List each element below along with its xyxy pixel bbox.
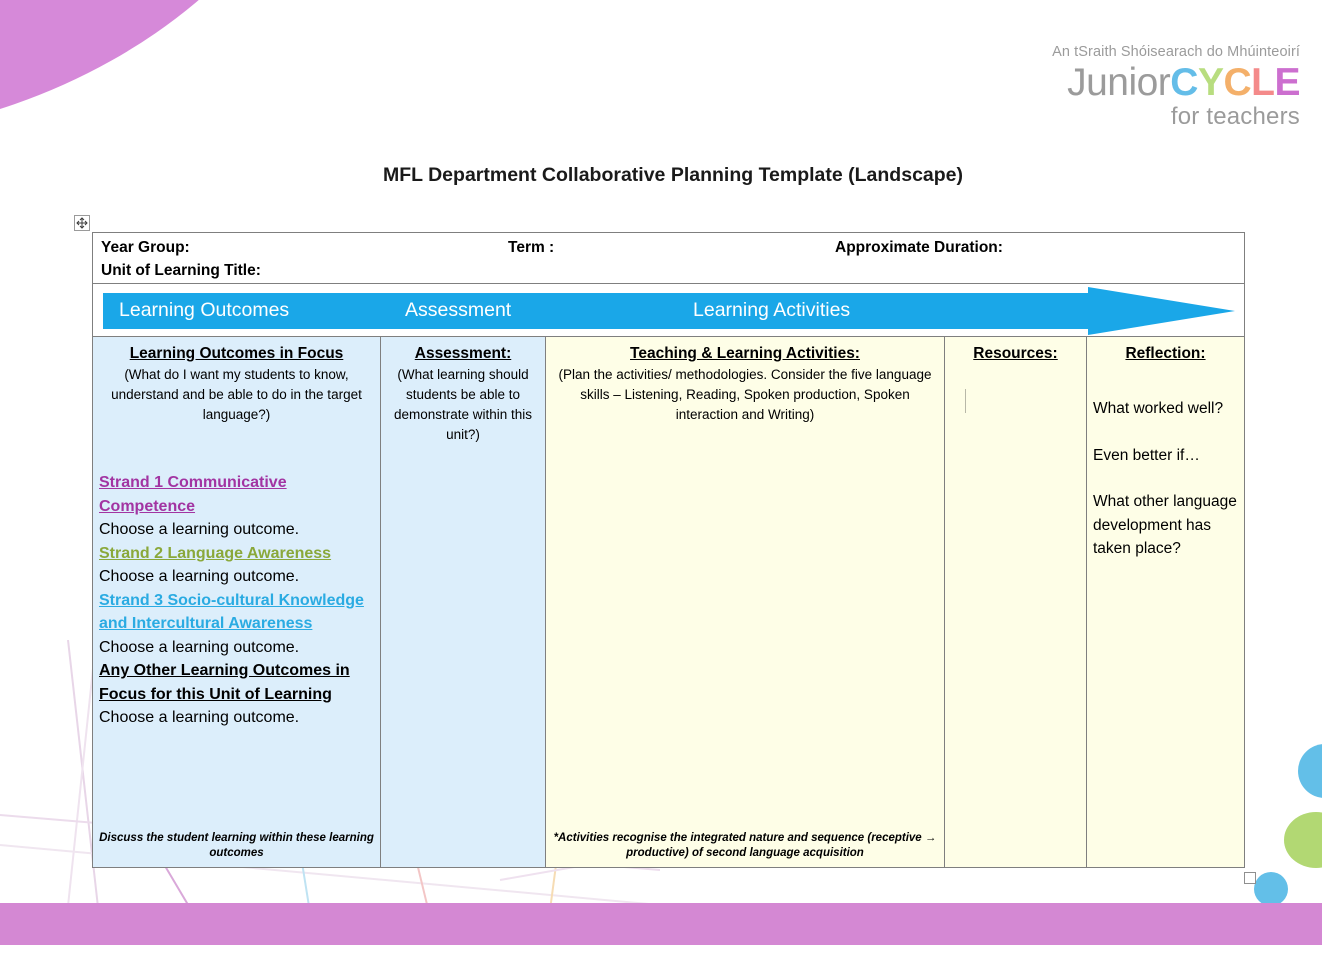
column-subtext-learning-outcomes: (What do I want my students to know, und… bbox=[111, 367, 362, 422]
footnote-teaching-learning: *Activities recognise the integrated nat… bbox=[553, 832, 937, 859]
column-reflection[interactable]: Reflection: What worked well? Even bette… bbox=[1087, 337, 1244, 867]
column-heading-assessment: Assessment: bbox=[414, 345, 512, 362]
column-heading-reflection: Reflection: bbox=[1125, 345, 1206, 362]
unit-of-learning-title-label: Unit of Learning Title: bbox=[101, 262, 261, 279]
column-heading-resources: Resources: bbox=[973, 345, 1058, 362]
banner-label-learning-activities: Learning Activities bbox=[693, 299, 851, 321]
decor-circle-blue-top bbox=[1298, 744, 1322, 798]
footer-bar: www.jct.ie bbox=[0, 903, 1322, 945]
learning-outcomes-content[interactable]: Strand 1 Communicative Competence Choose… bbox=[99, 471, 374, 730]
footer-white-strip bbox=[0, 945, 1322, 954]
table-resize-handle[interactable] bbox=[1244, 872, 1256, 884]
logo-letter-c1: C bbox=[1170, 61, 1198, 104]
strand-3-choose-outcome[interactable]: Choose a learning outcome. bbox=[99, 636, 374, 660]
column-heading-learning-outcomes: Learning Outcomes in Focus bbox=[129, 345, 344, 362]
logo-tagline: An tSraith Shóisearach do Mhúinteoirí bbox=[1052, 44, 1300, 60]
column-subtext-teaching-learning: (Plan the activities/ methodologies. Con… bbox=[558, 367, 932, 422]
year-group-label: Year Group: bbox=[101, 239, 190, 256]
junior-cycle-logo: An tSraith Shóisearach do Mhúinteoirí Ju… bbox=[1020, 44, 1300, 131]
reflection-question-2: Even better if… bbox=[1093, 446, 1200, 464]
decor-circle-blue-bottom bbox=[1254, 872, 1288, 906]
table-meta-row: Year Group: Unit of Learning Title: Term… bbox=[93, 233, 1244, 284]
slide-page: An tSraith Shóisearach do Mhúinteoirí Ju… bbox=[0, 0, 1322, 954]
strand-1-choose-outcome[interactable]: Choose a learning outcome. bbox=[99, 518, 374, 542]
reflection-question-1: What worked well? bbox=[1093, 400, 1224, 417]
column-teaching-learning-activities[interactable]: Teaching & Learning Activities: (Plan th… bbox=[546, 337, 945, 867]
strand-2-choose-outcome[interactable]: Choose a learning outcome. bbox=[99, 565, 374, 589]
decor-purple-arc bbox=[0, 0, 360, 140]
banner-label-learning-outcomes: Learning Outcomes bbox=[119, 299, 290, 321]
column-learning-outcomes[interactable]: Learning Outcomes in Focus (What do I wa… bbox=[93, 337, 381, 867]
table-banner-row: Learning Outcomes Assessment Learning Ac… bbox=[93, 284, 1244, 337]
strand-3-label[interactable]: Strand 3 Socio-cultural Knowledge and In… bbox=[99, 589, 374, 636]
footnote-learning-outcomes: Discuss the student learning within thes… bbox=[99, 832, 374, 859]
decor-circle-green bbox=[1284, 812, 1322, 868]
logo-letter-y: Y bbox=[1197, 61, 1224, 104]
logo-letter-e: E bbox=[1274, 61, 1300, 104]
column-assessment[interactable]: Assessment: (What learning should studen… bbox=[381, 337, 546, 867]
banner-label-assessment: Assessment bbox=[405, 299, 512, 321]
other-learning-outcomes-label[interactable]: Any Other Learning Outcomes in Focus for… bbox=[99, 659, 374, 706]
other-choose-outcome[interactable]: Choose a learning outcome. bbox=[99, 706, 374, 730]
logo-subtitle: for teachers bbox=[1170, 103, 1300, 130]
blue-arrow-graphic: Learning Outcomes Assessment Learning Ac… bbox=[103, 287, 1235, 335]
text-cursor-marker bbox=[965, 389, 966, 413]
logo-letter-c2: C bbox=[1223, 61, 1252, 104]
strand-2-label[interactable]: Strand 2 Language Awareness bbox=[99, 542, 374, 566]
logo-wordmark: JuniorCYCLE bbox=[1020, 61, 1300, 105]
column-heading-teaching-learning: Teaching & Learning Activities: bbox=[630, 345, 860, 362]
reflection-question-3: What other language development has take… bbox=[1093, 493, 1237, 557]
term-label: Term : bbox=[508, 239, 555, 256]
table-body-row: Learning Outcomes in Focus (What do I wa… bbox=[93, 337, 1244, 867]
page-title: MFL Department Collaborative Planning Te… bbox=[382, 164, 964, 186]
column-subtext-assessment: (What learning should students be able t… bbox=[393, 367, 533, 442]
logo-word-junior: Junior bbox=[1067, 61, 1171, 104]
reflection-content[interactable]: What worked well? Even better if… What o… bbox=[1093, 397, 1238, 561]
planning-table: Year Group: Unit of Learning Title: Term… bbox=[92, 232, 1245, 868]
approximate-duration-label: Approximate Duration: bbox=[835, 239, 1003, 256]
strand-1-label[interactable]: Strand 1 Communicative Competence bbox=[99, 471, 374, 518]
table-move-handle-icon[interactable] bbox=[74, 215, 90, 231]
column-resources[interactable]: Resources: bbox=[945, 337, 1087, 867]
logo-letter-l: L bbox=[1251, 61, 1275, 104]
